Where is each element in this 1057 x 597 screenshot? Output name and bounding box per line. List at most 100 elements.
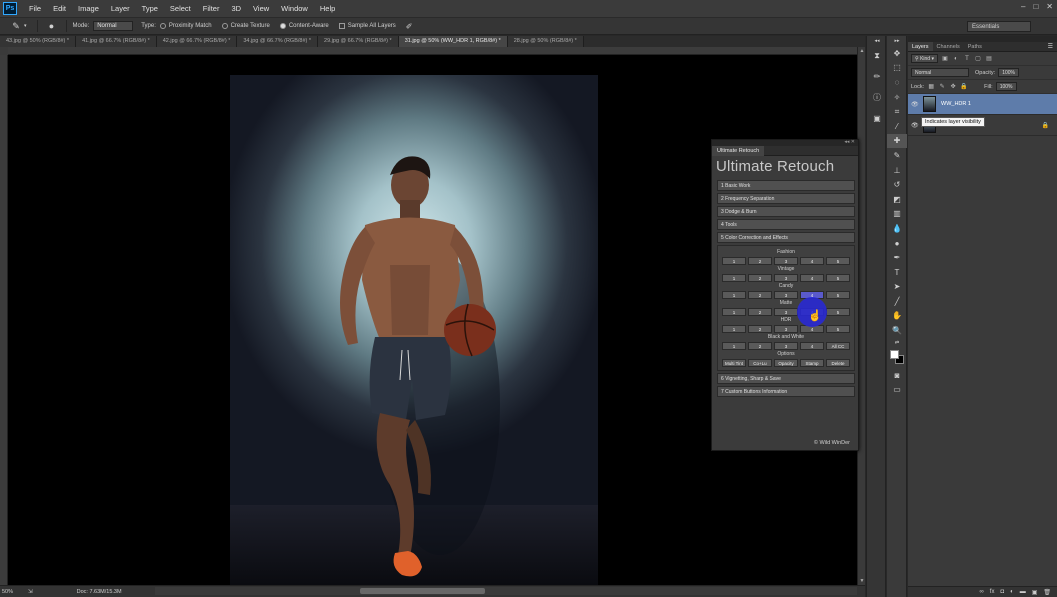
fashion-button-5[interactable]: 5 [826,257,850,265]
candy-button-1[interactable]: 1 [722,291,746,299]
filter-pixel-icon[interactable]: ▣ [941,55,949,63]
horizontal-scrollbar[interactable] [155,587,857,595]
ruler-origin[interactable] [0,47,8,55]
filter-type-icon[interactable]: T [963,55,971,63]
matte-button-2[interactable]: 2 [748,308,772,316]
doc-tab[interactable]: 28.jpg @ 50% (RGB/8#) * [507,36,584,47]
opacity-input[interactable]: 100% [998,68,1019,77]
matte-button-3[interactable]: 3 [774,308,798,316]
brush-panel-icon[interactable]: ✏ [867,69,887,84]
quick-mask-icon[interactable]: ◙ [887,368,907,383]
section-tools[interactable]: 4 Tools [717,219,855,230]
vintage-button-1[interactable]: 1 [722,274,746,282]
hdr-button-2[interactable]: 2 [748,325,772,333]
delete-button[interactable]: Delete [826,359,850,367]
co-lu-button[interactable]: Co+Lu [748,359,772,367]
section-color-correction[interactable]: 5 Color Correction and Effects [717,232,855,243]
stamp-button[interactable]: Stamp [800,359,824,367]
zoom-level[interactable]: 50% [0,589,22,595]
tab-paths[interactable]: Paths [964,42,986,51]
fashion-button-1[interactable]: 1 [722,257,746,265]
tool-preset-dropdown-icon[interactable]: ▾ [24,23,27,29]
clone-stamp-tool-icon[interactable]: ⊥ [887,163,907,178]
section-frequency-separation[interactable]: 2 Frequency Separation [717,193,855,204]
link-layers-icon[interactable]: ∞ [980,589,984,595]
hdr-button-3[interactable]: 3 [774,325,798,333]
extension-icon[interactable]: ▣ [867,111,887,126]
foreground-color[interactable] [890,349,899,359]
type-create-texture[interactable]: Create Texture [221,23,270,29]
type-content-aware[interactable]: Content-Aware [279,23,329,29]
screen-mode-icon[interactable]: ▭ [887,382,907,397]
hdr-button-1[interactable]: 1 [722,325,746,333]
mode-select[interactable]: Normal [93,21,134,31]
pen-tool-icon[interactable]: ✒ [887,250,907,265]
fashion-button-3[interactable]: 3 [774,257,798,265]
blur-tool-icon[interactable]: 💧 [887,221,907,236]
spot-healing-brush-icon[interactable]: ✎ [8,20,24,32]
brush-size-icon[interactable]: ● [44,20,60,32]
panel-menu-icon[interactable]: ☰ [1048,42,1053,51]
lock-transparency-icon[interactable]: ▦ [927,83,935,91]
menu-select[interactable]: Select [164,4,197,13]
doc-tab[interactable]: 42.jpg @ 66.7% (RGB/8#) * [156,36,238,47]
pressure-icon[interactable]: ✐ [406,22,413,31]
menu-window[interactable]: Window [275,4,314,13]
move-tool-icon[interactable]: ✥ [887,46,907,61]
color-swatches[interactable] [887,348,907,368]
scroll-down-icon[interactable]: ▼ [859,578,865,584]
path-select-tool-icon[interactable]: ➤ [887,280,907,295]
menu-layer[interactable]: Layer [105,4,136,13]
filter-shape-icon[interactable]: ▢ [974,55,982,63]
fill-input[interactable]: 100% [995,82,1017,91]
minimize-button[interactable]: – [1021,2,1025,11]
maximize-button[interactable]: □ [1033,2,1038,11]
layer-ww-hdr-1[interactable]: 👁 WW_HDR 1 [908,94,1057,115]
menu-edit[interactable]: Edit [47,4,72,13]
eraser-tool-icon[interactable]: ◩ [887,192,907,207]
export-icon[interactable]: ⇲ [28,589,33,595]
fashion-button-2[interactable]: 2 [748,257,772,265]
multi-tint-button[interactable]: Multi Tint [722,359,746,367]
bw-button-4[interactable]: 4 [800,342,824,350]
tab-layers[interactable]: Layers [908,42,933,51]
lock-all-icon[interactable]: 🔒 [960,83,968,91]
eyedropper-tool-icon[interactable]: ⁄ [887,119,907,134]
section-basic-work[interactable]: 1 Basic Work [717,180,855,191]
hdr-button-5[interactable]: 5 [826,325,850,333]
menu-filter[interactable]: Filter [197,4,226,13]
healing-brush-tool-icon[interactable]: ✚ [887,133,907,149]
vintage-button-5[interactable]: 5 [826,274,850,282]
section-dodge-burn[interactable]: 3 Dodge & Burn [717,206,855,217]
panel-collapse-icon[interactable]: ◂◂ ✕ [844,139,855,145]
quick-select-tool-icon[interactable]: ✧ [887,90,907,105]
ultimate-retouch-tab[interactable]: Ultimate Retouch [712,146,765,156]
brush-tool-icon[interactable]: ✎ [887,148,907,163]
menu-view[interactable]: View [247,4,275,13]
section-vignetting-sharp-save[interactable]: 6 Vignetting, Sharp & Save [717,373,855,384]
bw-button-3[interactable]: 3 [774,342,798,350]
section-custom-buttons-info[interactable]: 7 Custom Buttons Information [717,386,855,397]
delete-layer-icon[interactable]: 🗑 [1043,589,1051,596]
vintage-button-4[interactable]: 4 [800,274,824,282]
vertical-ruler[interactable] [0,55,8,585]
zoom-tool-icon[interactable]: 🔍 [887,323,907,338]
tab-channels[interactable]: Channels [933,42,964,51]
menu-type[interactable]: Type [136,4,164,13]
horizontal-ruler[interactable] [8,47,857,55]
candy-button-2[interactable]: 2 [748,291,772,299]
new-layer-icon[interactable]: ▣ [1032,589,1038,596]
panel-grip-icon[interactable]: ◂◂ [867,36,887,46]
lock-pixels-icon[interactable]: ✎ [938,83,946,91]
vintage-button-3[interactable]: 3 [774,274,798,282]
blend-mode-select[interactable]: Normal [911,68,969,77]
visibility-eye-icon[interactable]: 👁 [911,101,920,108]
info-icon[interactable]: ⓘ [867,90,887,105]
candy-button-5[interactable]: 5 [826,291,850,299]
matte-button-5[interactable]: 5 [826,308,850,316]
visibility-eye-icon[interactable]: 👁 [911,122,920,129]
bw-button-1[interactable]: 1 [722,342,746,350]
kind-filter-select[interactable]: ⚲ Kind ▾ [911,54,938,63]
history-brush-tool-icon[interactable]: ↺ [887,177,907,192]
layer-style-icon[interactable]: fx [990,589,995,595]
